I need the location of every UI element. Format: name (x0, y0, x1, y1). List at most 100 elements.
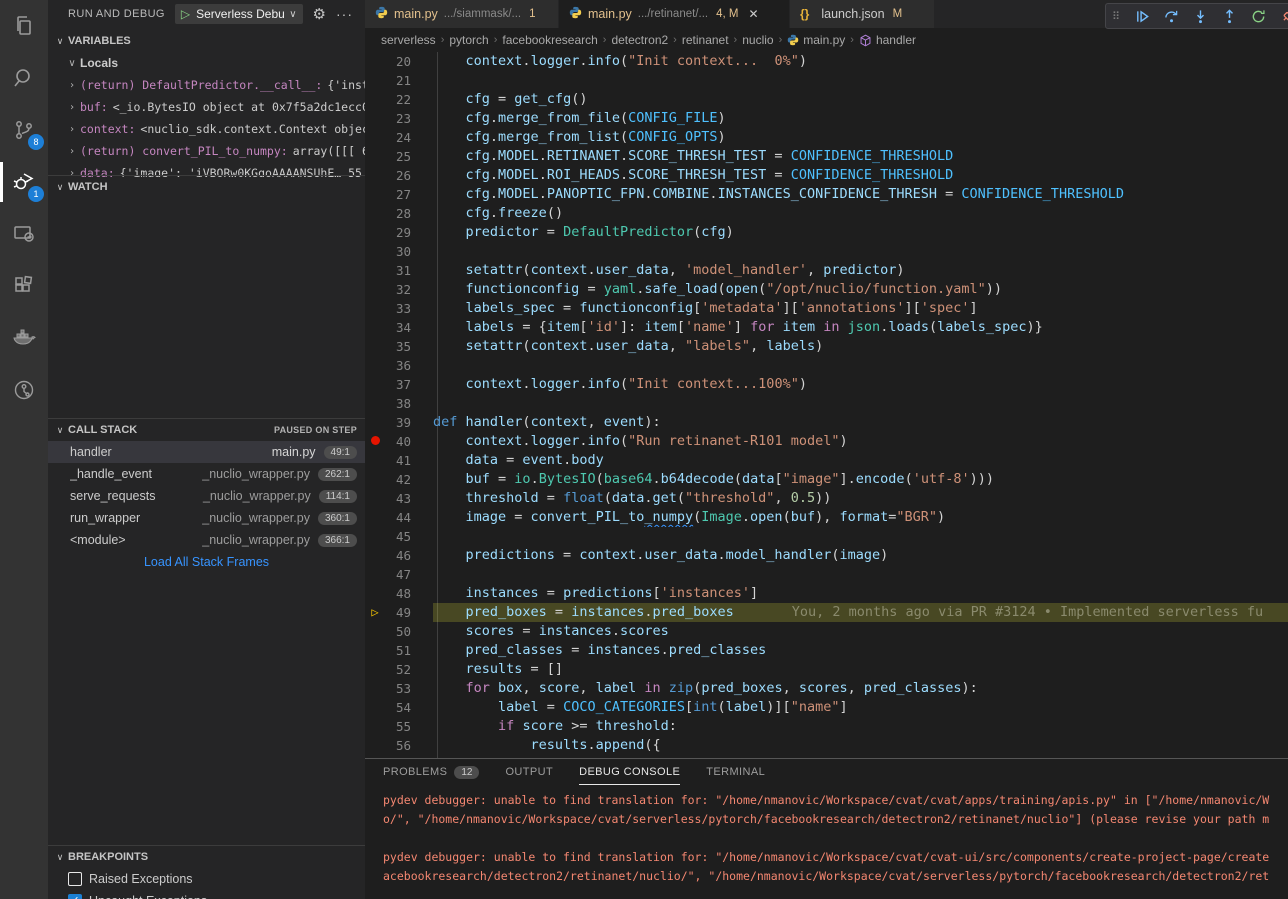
source-control-icon[interactable]: 8 (0, 104, 48, 156)
stack-frame-row[interactable]: serve_requests_nuclio_wrapper.py114:1 (48, 485, 365, 507)
code-line[interactable]: 46 predictions = context.user_data.model… (365, 546, 1288, 565)
disconnect-button[interactable] (1280, 9, 1288, 24)
stack-frame-row[interactable]: _handle_event_nuclio_wrapper.py262:1 (48, 463, 365, 485)
panel-tab-output[interactable]: OUTPUT (505, 759, 553, 785)
line-gutter[interactable]: 56 (365, 736, 433, 755)
code-line[interactable]: 44 image = convert_PIL_to_numpy(Image.op… (365, 508, 1288, 527)
code-editor[interactable]: 20 context.logger.info("Init context... … (365, 52, 1288, 758)
continue-button[interactable] (1135, 9, 1150, 24)
code-line[interactable]: 53 for box, score, label in zip(pred_box… (365, 679, 1288, 698)
code-line[interactable]: 21 (365, 71, 1288, 90)
code-line[interactable]: 29 predictor = DefaultPredictor(cfg) (365, 223, 1288, 242)
scope-locals[interactable]: ∨ Locals (48, 52, 365, 74)
tab-main-py-retinanet[interactable]: main.py .../retinanet/... 4, M ✕ (559, 0, 790, 28)
line-gutter[interactable]: 53 (365, 679, 433, 698)
line-gutter[interactable]: 46 (365, 546, 433, 565)
variable-row[interactable]: ›context:<nuclio_sdk.context.Context obj… (48, 118, 365, 140)
line-gutter[interactable]: 45 (365, 527, 433, 546)
code-line[interactable]: 51 pred_classes = instances.pred_classes (365, 641, 1288, 660)
code-line[interactable]: 52 results = [] (365, 660, 1288, 679)
extensions-icon[interactable] (0, 260, 48, 312)
variables-header[interactable]: ∨ VARIABLES (48, 30, 365, 52)
panel-tab-terminal[interactable]: TERMINAL (706, 759, 765, 785)
breadcrumb-item-facebookresearch[interactable]: facebookresearch (502, 33, 597, 47)
code-line[interactable]: 35 setattr(context.user_data, "labels", … (365, 337, 1288, 356)
line-gutter[interactable]: 27 (365, 185, 433, 204)
breakpoint-row[interactable]: ✓Uncaught Exceptions (48, 890, 365, 899)
line-gutter[interactable]: 25 (365, 147, 433, 166)
code-line[interactable]: 31 setattr(context.user_data, 'model_han… (365, 261, 1288, 280)
code-line[interactable]: 41 data = event.body (365, 451, 1288, 470)
breadcrumb-item-detectron2[interactable]: detectron2 (611, 33, 668, 47)
load-all-stack-frames-link[interactable]: Load All Stack Frames (48, 555, 365, 575)
breakpoint-row[interactable]: Raised Exceptions (48, 868, 365, 890)
drag-handle-icon[interactable]: ⠿ (1112, 10, 1121, 23)
step-out-button[interactable] (1222, 9, 1237, 24)
variable-row[interactable]: ›(return) convert_PIL_to_numpy:array([[[… (48, 140, 365, 162)
checkbox[interactable] (68, 872, 82, 886)
line-gutter[interactable]: 40 (365, 432, 433, 451)
code-line[interactable]: 36 (365, 356, 1288, 375)
code-line[interactable]: 26 cfg.MODEL.ROI_HEADS.SCORE_THRESH_TEST… (365, 166, 1288, 185)
variable-row[interactable]: ›(return) DefaultPredictor.__call__:{'in… (48, 74, 365, 96)
line-gutter[interactable]: ▷49 (365, 603, 433, 622)
code-line[interactable]: 48 instances = predictions['instances'] (365, 584, 1288, 603)
debug-config-dropdown[interactable]: ▷ Serverless Debu ∨ (175, 4, 303, 24)
code-line[interactable]: 24 cfg.merge_from_list(CONFIG_OPTS) (365, 128, 1288, 147)
breadcrumb-item-handler[interactable]: handler (859, 33, 916, 47)
code-line[interactable]: 50 scores = instances.scores (365, 622, 1288, 641)
variable-row[interactable]: ›buf:<_io.BytesIO object at 0x7f5a2dc1ec… (48, 96, 365, 118)
panel-tab-debug-console[interactable]: DEBUG CONSOLE (579, 759, 680, 785)
line-gutter[interactable]: 34 (365, 318, 433, 337)
watch-header[interactable]: ∨ WATCH (48, 176, 365, 198)
code-line[interactable]: 22 cfg = get_cfg() (365, 90, 1288, 109)
code-line[interactable]: ▷49 pred_boxes = instances.pred_boxesYou… (365, 603, 1288, 622)
code-line[interactable]: 37 context.logger.info("Init context...1… (365, 375, 1288, 394)
step-into-button[interactable] (1193, 9, 1208, 24)
line-gutter[interactable]: 41 (365, 451, 433, 470)
line-gutter[interactable]: 33 (365, 299, 433, 318)
line-gutter[interactable]: 43 (365, 489, 433, 508)
line-gutter[interactable]: 30 (365, 242, 433, 261)
line-gutter[interactable]: 44 (365, 508, 433, 527)
close-icon[interactable]: ✕ (748, 7, 758, 21)
code-line[interactable]: 56 results.append({ (365, 736, 1288, 755)
line-gutter[interactable]: 51 (365, 641, 433, 660)
stack-frame-row[interactable]: handlermain.py49:1 (48, 441, 365, 463)
line-gutter[interactable]: 54 (365, 698, 433, 717)
code-line[interactable]: 32 functionconfig = yaml.safe_load(open(… (365, 280, 1288, 299)
code-line[interactable]: 20 context.logger.info("Init context... … (365, 52, 1288, 71)
line-gutter[interactable]: 37 (365, 375, 433, 394)
line-gutter[interactable]: 48 (365, 584, 433, 603)
code-line[interactable]: 55 if score >= threshold: (365, 717, 1288, 736)
line-gutter[interactable]: 31 (365, 261, 433, 280)
code-line[interactable]: 39def handler(context, event): (365, 413, 1288, 432)
breakpoints-header[interactable]: ∨ BREAKPOINTS (48, 846, 365, 868)
code-line[interactable]: 25 cfg.MODEL.RETINANET.SCORE_THRESH_TEST… (365, 147, 1288, 166)
line-gutter[interactable]: 36 (365, 356, 433, 375)
line-gutter[interactable]: 32 (365, 280, 433, 299)
explorer-icon[interactable] (0, 0, 48, 52)
code-line[interactable]: 40 context.logger.info("Run retinanet-R1… (365, 432, 1288, 451)
code-line[interactable]: 45 (365, 527, 1288, 546)
breadcrumb-item-pytorch[interactable]: pytorch (449, 33, 488, 47)
code-line[interactable]: 27 cfg.MODEL.PANOPTIC_FPN.COMBINE.INSTAN… (365, 185, 1288, 204)
line-gutter[interactable]: 28 (365, 204, 433, 223)
code-line[interactable]: 23 cfg.merge_from_file(CONFIG_FILE) (365, 109, 1288, 128)
gitlens-icon[interactable] (0, 364, 48, 416)
call-stack-header[interactable]: ∨ CALL STACK PAUSED ON STEP (48, 419, 365, 441)
line-gutter[interactable]: 21 (365, 71, 433, 90)
restart-button[interactable] (1251, 9, 1266, 24)
line-gutter[interactable]: 22 (365, 90, 433, 109)
code-line[interactable]: 38 (365, 394, 1288, 413)
checkbox[interactable]: ✓ (68, 894, 82, 899)
step-over-button[interactable] (1164, 9, 1179, 24)
line-gutter[interactable]: 23 (365, 109, 433, 128)
breakpoint-icon[interactable] (367, 432, 383, 451)
line-gutter[interactable]: 38 (365, 394, 433, 413)
code-line[interactable]: 47 (365, 565, 1288, 584)
more-actions-icon[interactable]: ··· (336, 6, 353, 22)
tab-main-py-siammask[interactable]: main.py .../siammask/... 1 (365, 0, 559, 28)
breadcrumb-item-nuclio[interactable]: nuclio (742, 33, 773, 47)
line-gutter[interactable]: 47 (365, 565, 433, 584)
